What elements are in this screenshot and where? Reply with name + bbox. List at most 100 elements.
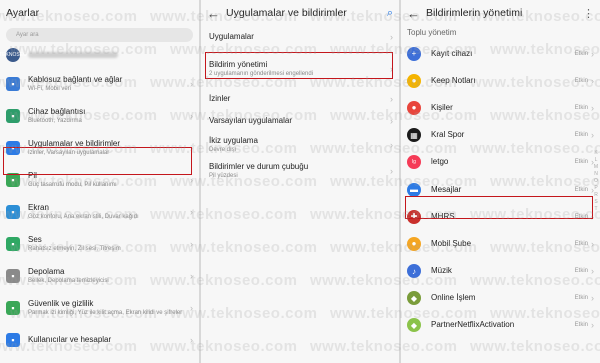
settings-item-subtitle: Wi-Fi, Mobil veri	[28, 86, 71, 92]
wifi-icon: ▪	[6, 77, 20, 91]
chevron-right-icon: ›	[591, 48, 594, 59]
settings-item[interactable]: ▪ Ses Rahatsız etmeyin, Zil sesi, Titreşim…	[0, 228, 199, 260]
page-title: Bildirimlerin yönetimi	[426, 7, 523, 19]
storage-icon: ▪	[6, 269, 20, 283]
settings-item-title: Cihaz bağlantısı	[28, 107, 86, 116]
settings-item-subtitle: Güç tasarrufu modu, Pil kullanımı	[28, 182, 117, 188]
online-islem-icon: ◆	[407, 291, 421, 306]
settings-item-title: Kablosuz bağlantı ve ağlar	[28, 75, 123, 84]
bulk-management-link[interactable]: Toplu yönetim	[401, 26, 600, 38]
back-arrow-icon[interactable]: ←	[207, 6, 220, 21]
kral-spor-icon: ▦	[407, 128, 421, 143]
chevron-right-icon: ›	[190, 239, 193, 249]
settings-item-title: Depolama	[28, 267, 65, 276]
app-notification-row[interactable]: ▦ Kral Spor Etkin ›	[401, 122, 600, 149]
settings-item-title: Ses	[28, 235, 42, 244]
shield-icon: ▪	[6, 301, 20, 315]
chevron-right-icon: ›	[591, 293, 594, 304]
back-arrow-icon[interactable]: ←	[407, 6, 420, 21]
chevron-right-icon: ›	[591, 102, 594, 113]
settings-item[interactable]: ▪ Kullanıcılar ve hesaplar ›	[0, 324, 199, 356]
notif-header: ← Bildirimlerin yönetimi ⋮	[401, 0, 600, 26]
app-name: Mesajlar	[431, 184, 462, 194]
page-title: Uygulamalar ve bildirimler	[226, 7, 347, 19]
index-letter[interactable]: S	[593, 199, 599, 206]
settings-panel: Ayarlar Ayar ara TEKNOSEO ▪ Kablosuz bağl…	[0, 0, 199, 363]
apps-menu-item[interactable]: İkiz uygulama Devre dışı ›	[201, 132, 399, 158]
display-icon: ▪	[6, 205, 20, 219]
chevron-right-icon: ›	[591, 238, 594, 249]
app-notification-row[interactable]: lg letgo Etkin ›	[401, 149, 600, 176]
highlight-messages	[405, 196, 593, 219]
apps-menu-item-title: Uygulamalar	[209, 32, 254, 41]
app-notification-row[interactable]: ● Mobil Şube Etkin ›	[401, 230, 600, 257]
search-input[interactable]: Ayar ara	[6, 28, 193, 42]
user-icon: ▪	[6, 333, 20, 347]
settings-item[interactable]: ▪ Ekran Göz konforu, Ana ekran stili, Duva…	[0, 196, 199, 228]
index-letter[interactable]: N	[593, 171, 599, 178]
index-letter[interactable]: T	[593, 206, 599, 213]
app-notification-row[interactable]: ● Keep Notları Etkin ›	[401, 67, 600, 94]
app-name: Online İşlem	[431, 293, 476, 303]
status-label: Etkin	[574, 159, 588, 166]
app-notification-row[interactable]: ♪ Müzik Etkin ›	[401, 258, 600, 285]
notification-management-panel: ← Bildirimlerin yönetimi ⋮ Toplu yönetim…	[401, 0, 600, 363]
recorder-icon: +	[407, 46, 421, 61]
highlight-apps-notifications	[3, 147, 192, 175]
chevron-right-icon: ›	[591, 130, 594, 141]
apps-menu-item-title: İzinler	[209, 94, 231, 103]
status-label: Etkin	[574, 322, 588, 329]
page-title: Ayarlar	[6, 7, 40, 19]
app-name: Kral Spor	[431, 130, 465, 140]
chevron-right-icon: ›	[190, 335, 193, 345]
account-name-blurred	[28, 52, 118, 58]
settings-item-title: Kullanıcılar ve hesaplar	[28, 335, 112, 344]
status-label: Etkin	[574, 132, 588, 139]
letgo-icon: lg	[407, 155, 421, 170]
chevron-right-icon: ›	[190, 303, 193, 313]
apps-menu-item-subtitle: Pil yüzdesi	[209, 173, 238, 179]
apps-menu-item[interactable]: Bildirimler ve durum çubuğu Pil yüzdesi ›	[201, 158, 399, 184]
settings-item-title: Ekran	[28, 203, 49, 212]
chevron-right-icon: ›	[591, 75, 594, 86]
apps-menu-item[interactable]: Varsayılan uygulamalar ›	[201, 110, 399, 132]
settings-item[interactable]: ▪ Depolama Bellek, Depolama temizleyicisi ›	[0, 260, 199, 292]
index-letter[interactable]: P	[593, 185, 599, 192]
app-notification-row[interactable]: ◆ PartnerNetflixActivation Etkin ›	[401, 312, 600, 339]
index-letter[interactable]: K	[593, 150, 599, 157]
settings-item-subtitle: Bluetooth, Yazdırma	[28, 118, 82, 124]
account-logo: TEKNOSEO	[0, 48, 27, 62]
index-letter[interactable]: L	[593, 157, 599, 164]
apps-menu-item-subtitle: Devre dışı	[209, 147, 237, 153]
app-name: Mobil Şube	[431, 238, 472, 248]
contacts-icon: ●	[407, 100, 421, 115]
app-notification-row[interactable]: ● Kişiler Etkin ›	[401, 94, 600, 121]
settings-item-subtitle: Bellek, Depolama temizleyicisi	[28, 278, 109, 284]
index-letter[interactable]: R	[593, 192, 599, 199]
status-label: Etkin	[574, 295, 588, 302]
settings-item-subtitle: Parmak izi kimliği, Yüz ile kilit açma, …	[28, 310, 183, 316]
index-letter[interactable]: O	[593, 178, 599, 185]
app-notification-row[interactable]: + Kayıt cihazı Etkin ›	[401, 40, 600, 67]
apps-menu-item[interactable]: İzinler ›	[201, 88, 399, 110]
app-name: Keep Notları	[431, 75, 476, 85]
app-notification-row[interactable]: ◆ Online İşlem Etkin ›	[401, 285, 600, 312]
apps-menu-item-title: İkiz uygulama	[209, 136, 258, 145]
search-icon[interactable]: ⌕	[387, 7, 393, 20]
chevron-right-icon: ›	[390, 116, 393, 126]
alphabet-index[interactable]: KLMNOPRST	[593, 150, 599, 213]
chevron-right-icon: ›	[591, 266, 594, 277]
settings-item[interactable]: ▪ Kablosuz bağlantı ve ağlar Wi-Fi, Mobil …	[0, 68, 199, 100]
chevron-right-icon: ›	[190, 111, 193, 121]
app-name: Kişiler	[431, 102, 453, 112]
settings-item[interactable]: ▪ Cihaz bağlantısı Bluetooth, Yazdırma ›	[0, 100, 199, 132]
account-row[interactable]: TEKNOSEO	[0, 42, 199, 68]
settings-item[interactable]: ▪ Güvenlik ve gizlilik Parmak izi kimliği,…	[0, 292, 199, 324]
apps-menu-item[interactable]: Uygulamalar ›	[201, 26, 399, 48]
chevron-right-icon: ›	[190, 207, 193, 217]
apps-menu-item-title: Varsayılan uygulamalar	[209, 116, 293, 125]
app-name: PartnerNetflixActivation	[431, 320, 515, 330]
more-options-icon[interactable]: ⋮	[583, 7, 594, 20]
battery-icon: ▪	[6, 173, 20, 187]
index-letter[interactable]: M	[593, 164, 599, 171]
